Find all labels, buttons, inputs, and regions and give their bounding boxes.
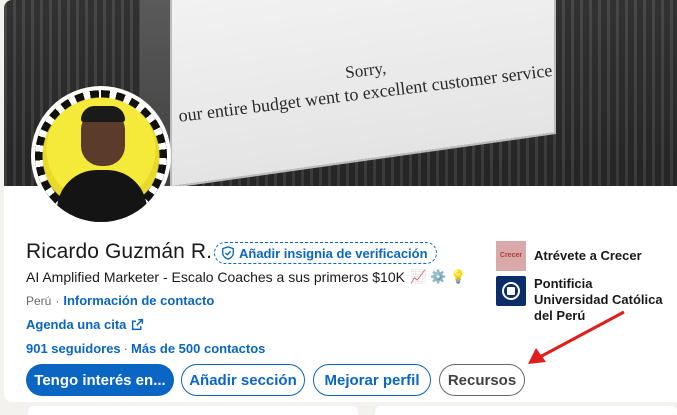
gear-emoji-icon: ⚙️ <box>429 269 447 284</box>
annotation-arrow <box>528 310 625 364</box>
resources-button[interactable]: Recursos <box>439 364 525 396</box>
open-to-button[interactable]: Tengo interés en... <box>26 364 174 396</box>
network-stats: 901 seguidores · Más de 500 contactos <box>26 341 265 356</box>
next-card-edge <box>28 406 358 415</box>
separator-dot: · <box>123 341 128 356</box>
avatar-hair <box>81 106 125 122</box>
add-verification-button[interactable]: Añadir insignia de verificación <box>214 242 437 264</box>
profile-headline: AI Amplified Marketer - Escalo Coaches a… <box>26 269 467 285</box>
improve-profile-button[interactable]: Mejorar perfil <box>313 364 431 396</box>
add-verification-label: Añadir insignia de verificación <box>239 245 428 261</box>
separator-dot: · <box>55 294 60 308</box>
contact-info-link[interactable]: Información de contacto <box>63 293 214 308</box>
profile-avatar[interactable] <box>31 86 171 226</box>
external-link-icon <box>132 318 144 331</box>
location-row: Perú · Información de contacto <box>26 293 214 308</box>
profile-name: Ricardo Guzmán R. <box>26 240 213 263</box>
shield-check-icon <box>222 246 234 260</box>
chart-emoji-icon: 📈 <box>409 269 427 284</box>
avatar-photo <box>35 90 167 222</box>
next-card-edge <box>375 406 677 415</box>
location-text: Perú <box>26 294 52 308</box>
add-section-button[interactable]: Añadir sección <box>181 364 305 396</box>
university-seal-shield <box>507 287 515 295</box>
current-company[interactable]: Crecer Atrévete a Crecer <box>496 241 642 271</box>
agenda-link[interactable]: Agenda una cita <box>26 317 126 332</box>
followers-link[interactable]: 901 seguidores <box>26 341 121 356</box>
university-logo <box>496 276 526 306</box>
connections-link[interactable]: Más de 500 contactos <box>131 341 265 356</box>
lightbulb-emoji-icon: 💡 <box>449 269 467 284</box>
headline-text: AI Amplified Marketer - Escalo Coaches a… <box>26 269 405 285</box>
company-logo: Crecer <box>496 241 526 271</box>
agenda-link-row[interactable]: Agenda una cita <box>26 317 144 332</box>
company-name: Atrévete a Crecer <box>534 248 642 263</box>
